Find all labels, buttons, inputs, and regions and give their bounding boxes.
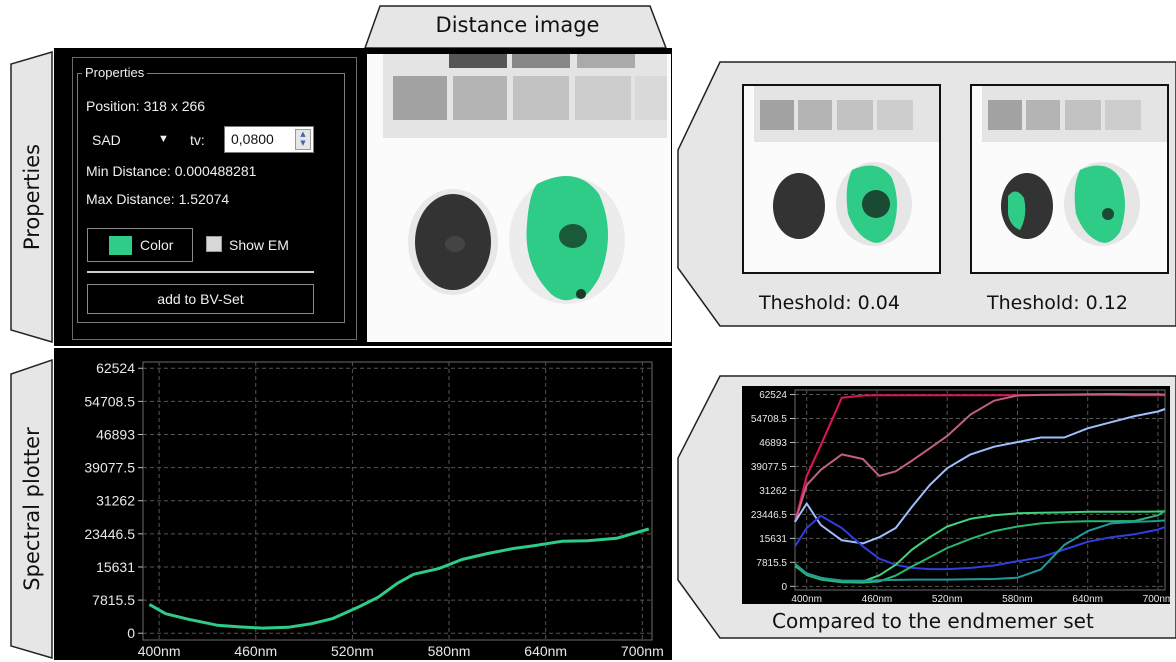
add-to-bv-set-button[interactable]: add to BV-Set (87, 284, 314, 314)
x-tick-label: 640nm (524, 643, 567, 659)
y-tick-label: 46893 (96, 426, 135, 442)
spin-down-icon[interactable]: ▼ (296, 139, 310, 148)
distance-image-title: Distance image (435, 13, 600, 37)
metric-select[interactable]: SAD (92, 132, 121, 148)
y-tick-label: 7815.5 (92, 592, 135, 608)
spin-up-icon[interactable]: ▲ (296, 130, 310, 139)
color-swatch (109, 236, 132, 255)
show-em-label: Show EM (229, 237, 289, 253)
y-tick-label: 31262 (759, 486, 787, 497)
y-tick-label: 15631 (96, 559, 135, 575)
compare-chart[interactable]: 62524 54708.5 46893 39077.5 31262 23446.5 1563… (742, 386, 1170, 604)
threshold-image-2-render (972, 86, 1167, 272)
metric-select-value: SAD (92, 132, 121, 148)
y-tick-label: 62524 (96, 360, 135, 376)
y-tick-label: 39077.5 (751, 462, 788, 473)
threshold-image-1-render (744, 86, 939, 272)
x-tick-label: 520nm (932, 594, 963, 604)
spinbox-arrows[interactable]: ▲ ▼ (295, 129, 311, 150)
threshold-image-1[interactable] (742, 84, 941, 274)
distance-image[interactable] (367, 54, 671, 342)
y-tick-label: 54708.5 (84, 393, 135, 409)
add-to-bv-set-label: add to BV-Set (157, 291, 244, 307)
x-tick-label: 580nm (1002, 594, 1033, 604)
y-tick-label: 0 (781, 582, 787, 593)
distance-image-render (367, 54, 671, 342)
x-tick-label: 640nm (1072, 594, 1103, 604)
y-tick-label: 62524 (759, 390, 787, 401)
y-tick-label: 23446.5 (84, 526, 135, 542)
show-em-checkbox[interactable] (206, 236, 222, 252)
min-distance-readout: Min Distance: 0.000488281 (86, 163, 257, 179)
position-readout: Position: 318 x 266 (86, 98, 206, 114)
threshold-label-1: Theshold: 0.04 (759, 292, 900, 314)
y-tick-label: 0 (127, 625, 135, 641)
x-tick-label: 400nm (138, 643, 181, 659)
y-tick-label: 46893 (759, 438, 787, 449)
x-tick-label: 520nm (331, 643, 374, 659)
properties-side-label: Properties (20, 143, 44, 251)
compare-caption: Compared to the endmemer set (772, 609, 1094, 633)
tv-label: tv: (190, 132, 205, 148)
y-tick-label: 7815.5 (756, 558, 787, 569)
x-tick-label: 700nm (1143, 594, 1170, 604)
y-tick-label: 39077.5 (84, 460, 135, 476)
y-tick-label: 54708.5 (751, 414, 788, 425)
threshold-label-2: Theshold: 0.12 (987, 292, 1128, 314)
properties-group-title: Properties (82, 65, 148, 80)
x-tick-label: 460nm (234, 643, 277, 659)
threshold-image-2[interactable] (970, 84, 1169, 274)
tv-spinbox-value[interactable]: 0,0800 (231, 131, 274, 147)
tv-spinbox[interactable]: 0,0800 ▲ ▼ (224, 126, 314, 153)
x-tick-label: 700nm (621, 643, 664, 659)
spectral-side-label: Spectral plotter (20, 427, 44, 591)
y-tick-label: 23446.5 (751, 510, 788, 521)
x-tick-label: 460nm (862, 594, 893, 604)
color-button-label: Color (140, 237, 174, 253)
y-tick-label: 15631 (759, 534, 787, 545)
x-tick-label: 400nm (791, 594, 822, 604)
x-tick-label: 580nm (428, 643, 471, 659)
spectral-chart[interactable]: 62524 54708.5 46893 39077.5 31262 23446.5 1563… (54, 350, 672, 660)
y-tick-label: 31262 (96, 493, 135, 509)
max-distance-readout: Max Distance: 1.52074 (86, 191, 230, 207)
chevron-down-icon[interactable]: ▼ (158, 133, 169, 145)
divider (87, 271, 314, 273)
